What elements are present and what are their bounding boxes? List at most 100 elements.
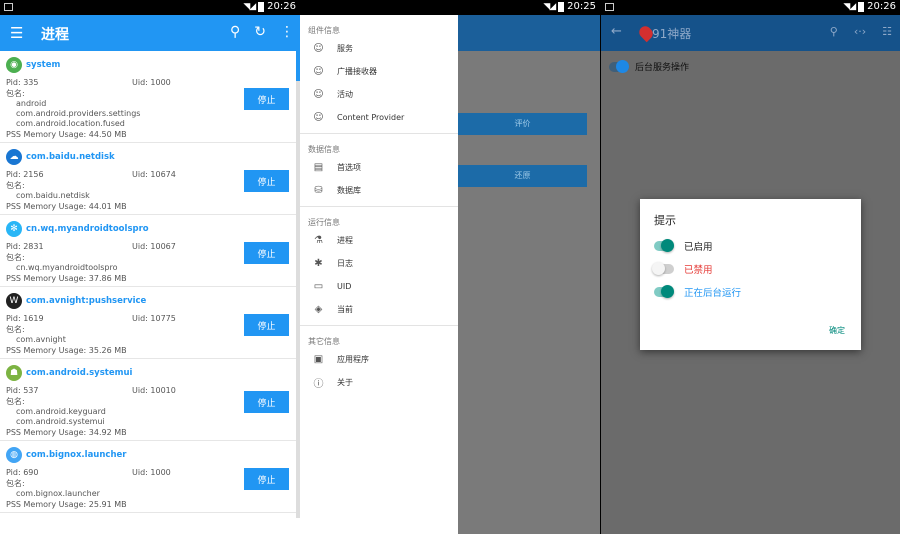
- search-icon[interactable]: ⚲: [830, 25, 838, 38]
- search-icon[interactable]: ⚲: [230, 24, 240, 40]
- uid-value: 10775: [150, 314, 176, 323]
- uid-field: Uid: 1000: [132, 78, 171, 87]
- toggle-knob: [616, 59, 629, 73]
- memory-usage: PSS Memory Usage: 34.92 MB: [6, 428, 127, 437]
- stop-button[interactable]: 停止: [244, 391, 289, 413]
- battery-icon: [258, 1, 265, 12]
- memory-usage: PSS Memory Usage: 35.26 MB: [6, 346, 127, 355]
- uid-value: 1000: [150, 468, 171, 477]
- drawer-item-label: 广播接收器: [337, 67, 377, 76]
- toggle-knob: [661, 285, 674, 298]
- process-item[interactable]: ◍ com.bignox.launcher Pid: 690 Uid: 1000…: [0, 441, 296, 513]
- drawer-item[interactable]: ⚗ 进程: [300, 229, 458, 252]
- database-icon: ⛁: [314, 185, 323, 196]
- pid-value: 1619: [23, 314, 44, 323]
- back-arrow-icon[interactable]: ←: [611, 24, 622, 39]
- smile-icon: ☺: [313, 89, 324, 100]
- uid-field: Uid: 1000: [132, 468, 171, 477]
- status-time: 20:25: [567, 1, 596, 12]
- drawer-item[interactable]: ☺ 广播接收器: [300, 60, 458, 83]
- background-service-label: 后台服务操作: [635, 63, 690, 73]
- process-item[interactable]: ☗ com.android.systemui Pid: 537 Uid: 100…: [0, 359, 296, 441]
- toggle-knob: [661, 239, 674, 252]
- flask-icon: ⚗: [314, 235, 323, 246]
- drawer-item-label: 活动: [337, 90, 353, 99]
- dialog-option[interactable]: 已禁用: [652, 262, 713, 276]
- toggle-switch[interactable]: [654, 285, 674, 298]
- process-name: com.android.systemui: [26, 368, 133, 378]
- dialog-option[interactable]: 已启用: [654, 239, 713, 253]
- option-label: 已启用: [684, 242, 713, 253]
- app-bar: ← 91神器 ⚲ ‹·› ☷: [601, 15, 900, 51]
- process-list[interactable]: ◉ system Pid: 335 Uid: 1000 包名: android c…: [0, 51, 296, 534]
- process-screen: ◥◢ 20:26 ☰ 进程 ⚲ ↻ ⋮ ◉ system Pid: 335 Ui…: [0, 0, 300, 534]
- toggle-switch[interactable]: [652, 262, 674, 275]
- cloud-icon: ☁: [6, 149, 22, 165]
- menu-icon[interactable]: ☰: [10, 24, 23, 42]
- drawer-item[interactable]: ☺ Content Provider: [300, 106, 458, 129]
- drawer-item[interactable]: ▣ 应用程序: [300, 348, 458, 371]
- uid-value: 10010: [150, 386, 176, 395]
- toggle-switch[interactable]: [609, 59, 629, 73]
- app-box-icon: ▣: [313, 354, 324, 365]
- status-bar: ◥◢ 20:26: [601, 0, 900, 15]
- stop-button[interactable]: 停止: [244, 314, 289, 336]
- drawer-item-label: 日志: [337, 259, 353, 268]
- uid-icon: ▭: [313, 281, 324, 292]
- uid-value: 10067: [150, 242, 176, 251]
- toggle-switch[interactable]: [654, 239, 674, 252]
- battery-icon: [858, 1, 865, 12]
- process-name: com.baidu.netdisk: [26, 152, 115, 162]
- pid-value: 2156: [23, 170, 44, 179]
- uid-field: Uid: 10775: [132, 314, 176, 323]
- restore-button: 还原: [458, 165, 587, 187]
- code-icon[interactable]: ‹·›: [854, 25, 866, 38]
- status-time: 20:26: [267, 1, 296, 12]
- gear-icon: ✻: [6, 221, 22, 237]
- drawer-item[interactable]: ▭ UID: [300, 275, 458, 298]
- process-item[interactable]: W com.avnight:pushservice Pid: 1619 Uid:…: [0, 287, 296, 359]
- dialog-option[interactable]: 正在后台运行: [654, 285, 741, 299]
- uid-field: Uid: 10010: [132, 386, 176, 395]
- drawer-item[interactable]: ☺ 活动: [300, 83, 458, 106]
- drawer-item[interactable]: ⛁ 数据库: [300, 179, 458, 202]
- package-name: com.baidu.netdisk: [16, 191, 90, 200]
- drawer-item[interactable]: ☺ 服务: [300, 37, 458, 60]
- rate-button: 评价: [458, 113, 587, 135]
- process-item[interactable]: ◉ system Pid: 335 Uid: 1000 包名: android c…: [0, 51, 296, 143]
- ok-button[interactable]: 确定: [829, 325, 845, 336]
- pid-field: Pid: 2156: [6, 170, 44, 179]
- drawer-section-header: 其它信息: [308, 337, 340, 346]
- drawer-item[interactable]: ✱ 日志: [300, 252, 458, 275]
- drawer-item-label: Content Provider: [337, 113, 405, 122]
- status-bar: ◥◢ 20:25: [300, 0, 600, 15]
- process-name: com.avnight:pushservice: [26, 296, 147, 306]
- pid-value: 690: [23, 468, 39, 477]
- stop-button[interactable]: 停止: [244, 88, 289, 110]
- refresh-icon[interactable]: ↻: [254, 24, 266, 40]
- stop-button[interactable]: 停止: [244, 242, 289, 264]
- more-icon[interactable]: ⋮: [280, 24, 294, 40]
- process-item[interactable]: ✻ cn.wq.myandroidtoolspro Pid: 2831 Uid:…: [0, 215, 296, 287]
- pid-field: Pid: 690: [6, 468, 39, 477]
- stop-button[interactable]: 停止: [244, 468, 289, 490]
- drawer-item-label: 应用程序: [337, 355, 369, 364]
- drawer-item[interactable]: ▤ 首选项: [300, 156, 458, 179]
- memory-usage: PSS Memory Usage: 44.01 MB: [6, 202, 127, 211]
- pid-field: Pid: 2831: [6, 242, 44, 251]
- memory-value: 35.26 MB: [88, 346, 127, 355]
- notification-icon: [605, 3, 614, 11]
- process-item[interactable]: ☁ com.baidu.netdisk Pid: 2156 Uid: 10674…: [0, 143, 296, 215]
- drawer-item[interactable]: ⓘ 关于: [300, 371, 458, 394]
- notification-icon: [4, 3, 13, 11]
- pid-value: 537: [23, 386, 39, 395]
- memory-value: 44.50 MB: [88, 130, 127, 139]
- background-service-row[interactable]: 后台服务操作: [609, 59, 690, 73]
- page-title: 进程: [41, 27, 69, 43]
- list-icon[interactable]: ☷: [882, 25, 892, 38]
- uid-field: Uid: 10067: [132, 242, 176, 251]
- stop-button[interactable]: 停止: [244, 170, 289, 192]
- wifi-icon: ◥◢: [543, 1, 556, 12]
- drawer-item[interactable]: ◈ 当前: [300, 298, 458, 321]
- drawer-item-label: 当前: [337, 305, 353, 314]
